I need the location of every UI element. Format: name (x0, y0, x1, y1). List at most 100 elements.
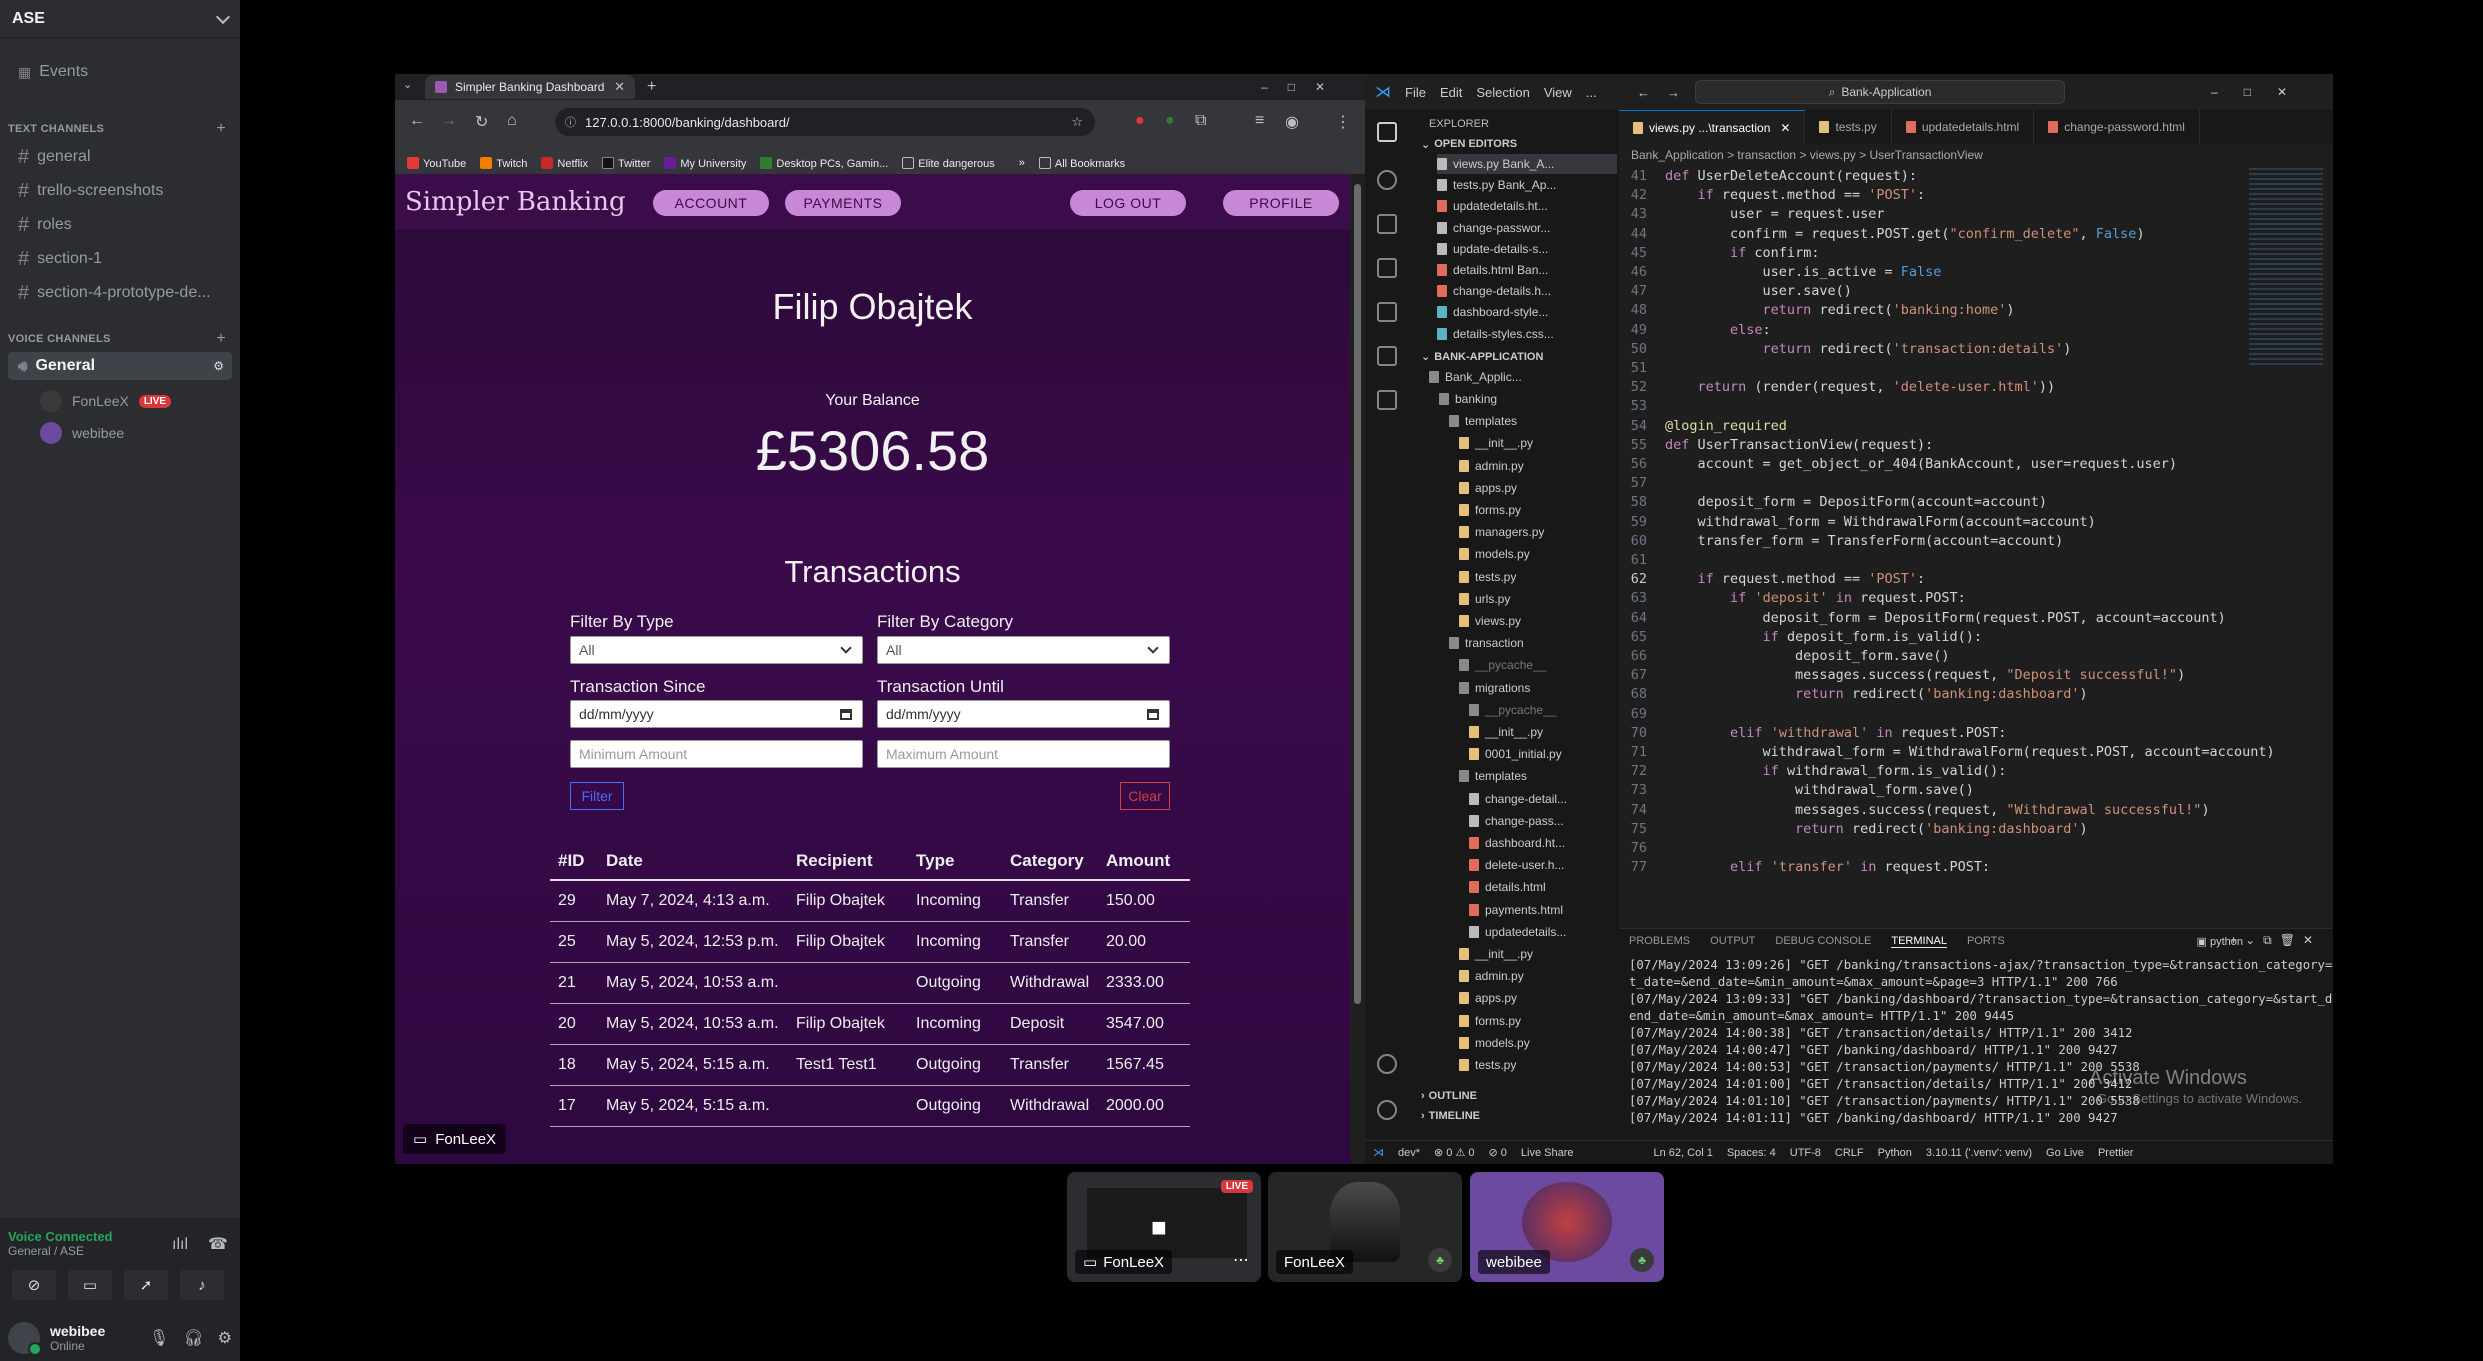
microphone-icon[interactable]: 🎙︎ (149, 1328, 169, 1348)
outline-header[interactable]: › OUTLINE (1421, 1086, 1477, 1106)
page-scrollbar[interactable] (1350, 174, 1365, 1164)
open-editor-item[interactable]: update-details-s... (1437, 239, 1548, 259)
tree-file[interactable]: details.html (1469, 877, 1546, 897)
tree-folder[interactable]: Bank_Applic... (1429, 367, 1522, 387)
noise-icon[interactable]: ılıl (172, 1236, 188, 1254)
menu-item[interactable]: Edit (1440, 85, 1462, 100)
tree-file[interactable]: 0001_initial.py (1469, 744, 1562, 764)
code-line[interactable]: 48 return redirect('banking:home') (1619, 302, 2015, 321)
open-editor-item[interactable]: dashboard-style... (1437, 302, 1548, 322)
voice-channel-general[interactable]: 🔊︎ General ⚙ (8, 352, 232, 380)
extensions-icon[interactable] (1377, 302, 1397, 322)
tab-search-icon[interactable]: ⌄ (403, 78, 412, 91)
account-icon[interactable] (1377, 1054, 1397, 1074)
code-line[interactable]: 41 def UserDeleteAccount(request): (1619, 168, 1917, 187)
headphones-icon[interactable]: 🎧︎ (183, 1328, 203, 1348)
status-item[interactable]: dev* (1398, 1147, 1420, 1159)
editor-tab[interactable]: views.py ...\transaction ✕ (1619, 110, 1806, 144)
min-amount-input[interactable]: Minimum Amount (570, 740, 863, 768)
filter-type-select[interactable]: All (570, 636, 863, 664)
tree-file[interactable]: views.py (1459, 611, 1521, 631)
brand-logo[interactable]: Simpler Banking (405, 187, 626, 217)
panel-tab[interactable]: DEBUG CONSOLE (1775, 935, 1871, 948)
code-line[interactable]: 52 return (render(request, 'delete-user.… (1619, 379, 2055, 398)
more-options-icon[interactable]: ⋯ (1233, 1250, 1249, 1270)
testing-icon[interactable] (1377, 346, 1397, 366)
open-editor-item[interactable]: details-styles.css... (1437, 324, 1554, 344)
code-line[interactable]: 67 messages.success(request, "Deposit su… (1619, 667, 2185, 686)
open-editor-item[interactable]: updatedetails.ht... (1437, 196, 1548, 216)
bookmark-twitch[interactable]: Twitch (480, 156, 527, 170)
code-line[interactable]: 44 confirm = request.POST.get("confirm_d… (1619, 226, 2145, 245)
voice-channels-category[interactable]: VOICE CHANNELS + (4, 330, 236, 348)
back-icon[interactable]: ← (1637, 85, 1650, 100)
tree-folder[interactable]: transaction (1449, 633, 1524, 653)
settings-icon[interactable]: ⚙ (213, 359, 224, 373)
voice-user-fonleex[interactable]: FonLeeX LIVE (40, 388, 230, 414)
tree-file[interactable]: admin.py (1459, 456, 1524, 476)
breadcrumb[interactable]: Bank_Application > transaction > views.p… (1619, 144, 2333, 166)
remote-indicator-icon[interactable]: ⋊ (1373, 1146, 1384, 1159)
bookmark-desktop-pcs[interactable]: Desktop PCs, Gamin... (760, 156, 888, 170)
command-center-search[interactable]: ⌕ Bank-Application (1695, 80, 2065, 104)
user-info[interactable]: webibee Online (50, 1323, 105, 1353)
close-icon[interactable]: ✕ (614, 79, 625, 95)
activity-button[interactable]: ➚ (124, 1270, 168, 1300)
tree-file[interactable]: models.py (1459, 1033, 1530, 1053)
status-item[interactable]: CRLF (1835, 1147, 1864, 1159)
code-line[interactable]: 61 (1619, 552, 1665, 571)
code-line[interactable]: 68 return redirect('banking:dashboard') (1619, 686, 2088, 705)
tree-file[interactable]: tests.py (1459, 1055, 1516, 1075)
address-bar[interactable]: ⓘ 127.0.0.1:8000/banking/dashboard/ ☆ (555, 108, 1095, 136)
events-item[interactable]: ▦ Events (8, 58, 232, 86)
add-channel-icon[interactable]: + (216, 330, 226, 348)
tree-folder[interactable]: migrations (1459, 678, 1530, 698)
menu-item[interactable]: ... (1586, 85, 1597, 100)
code-line[interactable]: 49 else: (1619, 322, 1771, 341)
reload-icon[interactable]: ↻ (475, 112, 488, 132)
panel-tab[interactable]: PORTS (1967, 935, 2005, 948)
panel-controls[interactable]: +⌄⧉🗑︎✕ (2230, 933, 2321, 948)
code-line[interactable]: 65 if deposit_form.is_valid(): (1619, 629, 1982, 648)
status-item[interactable]: Live Share (1521, 1147, 1574, 1159)
logout-button[interactable]: LOG OUT (1070, 190, 1186, 216)
code-line[interactable]: 73 withdrawal_form.save() (1619, 782, 1974, 801)
bookmark-twitter[interactable]: Twitter (601, 156, 650, 170)
tree-file[interactable]: change-pass... (1469, 811, 1564, 831)
tree-file[interactable]: __init__.py (1459, 944, 1533, 964)
tree-folder[interactable]: templates (1449, 411, 1517, 431)
timeline-header[interactable]: › TIMELINE (1421, 1106, 1480, 1126)
voice-status[interactable]: Voice Connected General / ASE (8, 1229, 113, 1258)
disconnect-icon[interactable]: ☎ (208, 1234, 228, 1254)
open-editor-item[interactable]: tests.py Bank_Ap... (1437, 175, 1556, 195)
open-editor-item[interactable]: details.html Ban... (1437, 260, 1548, 280)
bookmark-all[interactable]: All Bookmarks (1038, 156, 1125, 170)
code-line[interactable]: 50 return redirect('transaction:details'… (1619, 341, 2072, 360)
account-button[interactable]: ACCOUNT (653, 190, 769, 216)
open-editor-item[interactable]: change-passwor... (1437, 218, 1550, 238)
camera-off-button[interactable]: ⊘ (12, 1270, 56, 1300)
payments-button[interactable]: PAYMENTS (785, 190, 901, 216)
code-line[interactable]: 58 deposit_form = DepositForm(account=ac… (1619, 494, 2047, 513)
code-line[interactable]: 76 (1619, 840, 1665, 859)
status-item[interactable]: Python (1878, 1147, 1912, 1159)
bookmark-university[interactable]: My University (664, 156, 746, 170)
code-line[interactable]: 47 user.save() (1619, 283, 1852, 302)
editor-tab[interactable]: change-password.html (2034, 110, 2200, 144)
bookmark-netflix[interactable]: Netflix (541, 156, 588, 170)
tree-file[interactable]: admin.py (1459, 966, 1524, 986)
extension-icon[interactable]: ● (1135, 112, 1145, 130)
bookmark-youtube[interactable]: YouTube (407, 156, 466, 170)
participant-tile-fonleex-stream[interactable]: ■ LIVE ▭ FonLeeX ⋯ (1067, 1172, 1261, 1282)
voice-user-webibee[interactable]: webibee (40, 420, 230, 446)
menu-item[interactable]: File (1405, 85, 1426, 100)
menu-item[interactable]: Selection (1476, 85, 1529, 100)
window-controls[interactable]: –□✕ (1261, 80, 1345, 94)
tree-folder[interactable]: templates (1459, 766, 1527, 786)
menu-icon[interactable]: ⋮ (1335, 112, 1351, 132)
tree-file[interactable]: updatedetails... (1469, 922, 1566, 942)
since-date-input[interactable]: dd/mm/yyyy (570, 700, 863, 728)
open-editors-header[interactable]: ⌄ OPEN EDITORS (1421, 134, 1517, 154)
status-item[interactable]: Spaces: 4 (1727, 1147, 1776, 1159)
remote-icon[interactable] (1377, 390, 1397, 410)
